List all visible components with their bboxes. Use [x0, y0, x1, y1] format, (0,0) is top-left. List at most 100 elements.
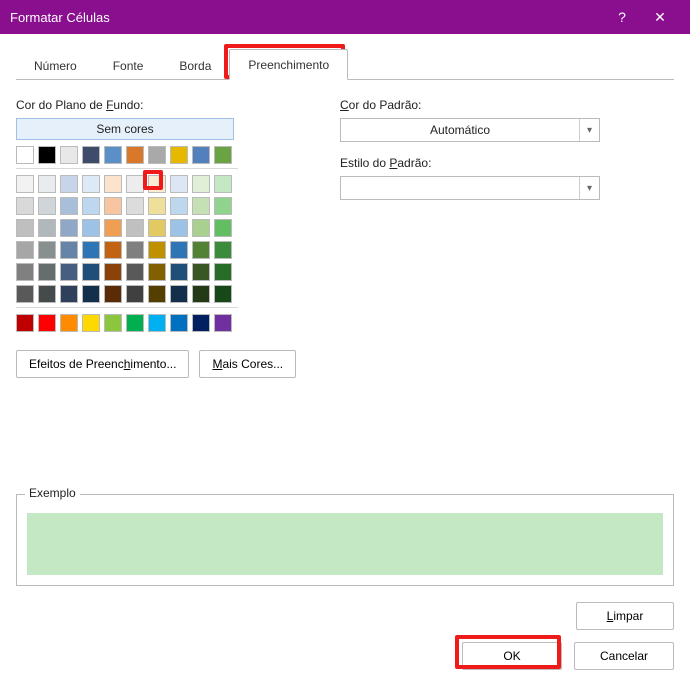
color-swatch[interactable]	[148, 146, 166, 164]
color-swatch[interactable]	[60, 197, 78, 215]
color-swatch[interactable]	[16, 197, 34, 215]
color-swatch[interactable]	[170, 263, 188, 281]
color-swatch[interactable]	[16, 175, 34, 193]
color-swatch[interactable]	[104, 285, 122, 303]
color-swatch[interactable]	[148, 219, 166, 237]
more-colors-button[interactable]: Mais Cores...	[199, 350, 296, 378]
swatch-row	[16, 285, 238, 303]
color-swatch[interactable]	[214, 197, 232, 215]
color-swatch[interactable]	[60, 175, 78, 193]
color-swatch[interactable]	[170, 219, 188, 237]
color-swatch[interactable]	[38, 263, 56, 281]
color-swatch[interactable]	[126, 285, 144, 303]
color-swatch[interactable]	[192, 197, 210, 215]
color-swatch[interactable]	[16, 241, 34, 259]
color-swatch[interactable]	[104, 146, 122, 164]
color-swatch[interactable]	[214, 175, 232, 193]
color-swatch[interactable]	[148, 285, 166, 303]
color-swatch[interactable]	[38, 219, 56, 237]
dialog-body: Cor do Plano de Fundo: Sem cores Efeitos…	[16, 80, 674, 378]
color-swatch[interactable]	[16, 314, 34, 332]
color-swatch[interactable]	[60, 285, 78, 303]
color-swatch[interactable]	[148, 197, 166, 215]
color-swatch[interactable]	[192, 285, 210, 303]
tab-numero[interactable]: Número	[16, 51, 95, 80]
swatch-row	[16, 197, 238, 215]
color-swatch[interactable]	[82, 146, 100, 164]
color-swatch[interactable]	[38, 241, 56, 259]
color-swatch[interactable]	[38, 285, 56, 303]
color-swatch[interactable]	[16, 263, 34, 281]
color-swatch[interactable]	[126, 219, 144, 237]
color-swatch[interactable]	[192, 241, 210, 259]
color-swatch[interactable]	[170, 285, 188, 303]
color-swatch[interactable]	[170, 314, 188, 332]
color-swatch[interactable]	[60, 219, 78, 237]
close-icon[interactable]: ✕	[640, 0, 680, 34]
color-swatch[interactable]	[104, 219, 122, 237]
no-color-button[interactable]: Sem cores	[16, 118, 234, 140]
color-swatch[interactable]	[214, 146, 232, 164]
color-swatch[interactable]	[126, 175, 144, 193]
tab-preenchimento[interactable]: Preenchimento	[229, 49, 348, 80]
tab-borda[interactable]: Borda	[161, 51, 229, 80]
color-swatch[interactable]	[38, 146, 56, 164]
color-swatch[interactable]	[82, 241, 100, 259]
color-swatch[interactable]	[192, 314, 210, 332]
color-swatch[interactable]	[214, 241, 232, 259]
pattern-style-label: Estilo do Padrão:	[340, 156, 674, 170]
color-swatch[interactable]	[104, 314, 122, 332]
color-swatch[interactable]	[126, 263, 144, 281]
color-swatch[interactable]	[82, 314, 100, 332]
color-swatch[interactable]	[126, 146, 144, 164]
color-swatch[interactable]	[60, 146, 78, 164]
color-swatch[interactable]	[214, 219, 232, 237]
pattern-style-select[interactable]: ▾	[340, 176, 600, 200]
color-swatch[interactable]	[60, 263, 78, 281]
color-swatch[interactable]	[60, 314, 78, 332]
color-swatch[interactable]	[214, 314, 232, 332]
color-swatch[interactable]	[38, 197, 56, 215]
color-swatch[interactable]	[214, 285, 232, 303]
color-swatch[interactable]	[170, 197, 188, 215]
color-swatch[interactable]	[192, 146, 210, 164]
color-swatch[interactable]	[104, 263, 122, 281]
pattern-color-select[interactable]: Automático ▾	[340, 118, 600, 142]
color-swatch[interactable]	[16, 219, 34, 237]
color-swatch[interactable]	[148, 314, 166, 332]
color-swatch[interactable]	[104, 241, 122, 259]
window-title: Formatar Células	[10, 10, 604, 25]
color-swatch[interactable]	[126, 197, 144, 215]
color-swatch[interactable]	[192, 175, 210, 193]
color-swatch[interactable]	[38, 314, 56, 332]
color-swatch[interactable]	[82, 285, 100, 303]
color-swatch[interactable]	[82, 263, 100, 281]
color-swatch[interactable]	[170, 175, 188, 193]
color-swatch[interactable]	[82, 219, 100, 237]
color-swatch[interactable]	[104, 197, 122, 215]
swatch-row	[16, 314, 238, 332]
color-swatch[interactable]	[16, 285, 34, 303]
color-swatch[interactable]	[126, 241, 144, 259]
color-swatch[interactable]	[214, 263, 232, 281]
clear-button[interactable]: Limpar	[576, 602, 674, 630]
color-swatch[interactable]	[38, 175, 56, 193]
color-swatch[interactable]	[148, 241, 166, 259]
chevron-down-icon: ▾	[579, 119, 599, 141]
color-swatch[interactable]	[82, 197, 100, 215]
tab-fonte[interactable]: Fonte	[95, 51, 162, 80]
color-swatch[interactable]	[126, 314, 144, 332]
color-swatch[interactable]	[192, 219, 210, 237]
color-swatch[interactable]	[170, 241, 188, 259]
pattern-color-label: Cor do Padrão:	[340, 98, 674, 112]
color-swatch[interactable]	[148, 263, 166, 281]
color-swatch[interactable]	[104, 175, 122, 193]
color-swatch[interactable]	[170, 146, 188, 164]
color-swatch[interactable]	[82, 175, 100, 193]
color-swatch[interactable]	[60, 241, 78, 259]
color-swatch[interactable]	[148, 175, 166, 193]
color-swatch[interactable]	[192, 263, 210, 281]
fill-effects-button[interactable]: Efeitos de Preenchimento...	[16, 350, 189, 378]
help-icon[interactable]: ?	[604, 0, 640, 34]
color-swatch[interactable]	[16, 146, 34, 164]
